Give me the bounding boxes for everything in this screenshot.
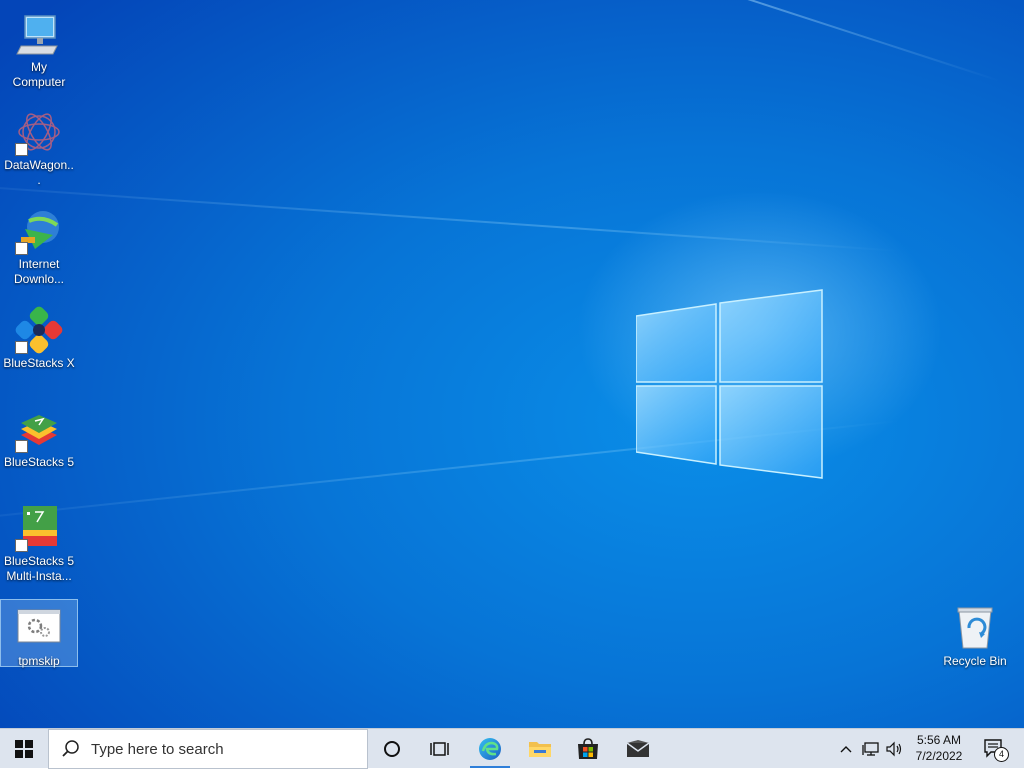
icon-label: DataWagon... [4,158,74,187]
icon-label: BlueStacks 5 [3,455,75,469]
speaker-icon [886,741,902,757]
network-button[interactable] [860,729,882,769]
cortana-icon [384,741,400,757]
desktop-icon-internet-download-manager[interactable]: Internet Downlo... [1,203,77,287]
clock-date: 7/2/2022 [915,749,963,763]
clock-time: 5:56 AM [916,733,962,747]
light-beam [0,173,901,252]
notification-count-badge: 4 [994,747,1009,762]
edge-button[interactable] [470,729,510,769]
cortana-button[interactable] [372,729,412,769]
windows-start-icon [15,740,33,758]
light-beam [0,0,1001,82]
mail-icon [626,740,650,757]
desktop-icon-my-computer[interactable]: My Computer [1,6,77,90]
shortcut-arrow-icon [15,539,28,552]
shortcut-arrow-icon [15,440,28,453]
desktop-icon-tpmskip[interactable]: tpmskip [0,599,78,668]
recycle-bin-icon [951,604,999,652]
bluestacks-multi-instance-icon [15,504,63,552]
desktop-icon-bluestacks-5[interactable]: BlueStacks 5 [1,401,77,470]
store-button[interactable] [568,729,608,769]
task-view-button[interactable] [420,729,460,769]
search-icon [62,740,79,757]
network-icon [862,742,879,756]
shortcut-arrow-icon [15,341,28,354]
notification-icon: 4 [983,738,1009,762]
desktop-icon-datawagon[interactable]: DataWagon... [1,104,77,188]
store-icon [578,738,598,759]
folder-icon [529,742,551,757]
icon-label: My Computer [12,60,66,89]
computer-icon [15,10,63,58]
mail-button[interactable] [618,729,658,769]
edge-icon [479,738,501,760]
search-box[interactable]: Type here to search [48,729,368,769]
bluestacks-5-icon [15,405,63,453]
shortcut-arrow-icon [15,143,28,156]
search-placeholder: Type here to search [91,740,224,758]
desktop-icon-bluestacks-x[interactable]: BlueStacks X [1,302,77,371]
icon-label: Internet Downlo... [13,257,65,286]
shortcut-arrow-icon [15,242,28,255]
desktop-icon-bluestacks-multi-instance[interactable]: BlueStacks 5 Multi-Insta... [1,500,77,584]
file-explorer-button[interactable] [520,729,560,769]
settings-app-icon [15,604,63,652]
icon-label: BlueStacks X [3,356,75,370]
datawagon-icon [15,108,63,156]
action-center-button[interactable]: 4 [976,729,1012,769]
desktop-icon-recycle-bin[interactable]: Recycle Bin [937,600,1013,669]
start-button[interactable] [0,729,48,769]
windows-logo [636,289,823,479]
chevron-up-icon [840,746,852,753]
taskbar: Type here to search 5:56 AM 7/2/2022 4 [0,728,1024,769]
bluestacks-x-icon [15,306,63,354]
icon-label: BlueStacks 5 Multi-Insta... [3,554,75,583]
icon-label: tpmskip [18,654,60,668]
internet-download-manager-icon [15,207,63,255]
clock[interactable]: 5:56 AM 7/2/2022 [908,732,970,764]
volume-button[interactable] [884,729,906,769]
icon-label: Recycle Bin [943,654,1007,668]
desktop: My Computer DataWagon... Internet Downlo… [0,0,1024,728]
show-hidden-icons-button[interactable] [836,729,856,769]
task-view-icon [430,742,449,756]
